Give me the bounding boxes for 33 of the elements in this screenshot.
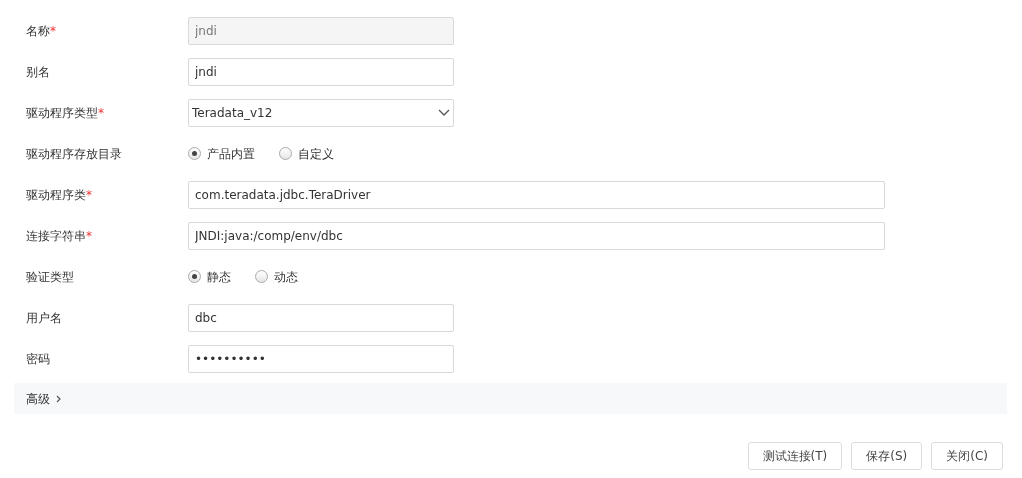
- required-mark: *: [86, 187, 92, 202]
- input-field[interactable]: ••••••••••: [188, 344, 454, 373]
- required-mark: *: [86, 228, 92, 243]
- field-label: 密码: [26, 351, 50, 366]
- required-mark: *: [98, 105, 104, 120]
- required-mark: *: [50, 23, 56, 38]
- input-field[interactable]: JNDI:java:/comp/env/dbc: [188, 221, 885, 250]
- field-label: 名称: [26, 23, 50, 38]
- field-label: 驱动程序类: [26, 187, 86, 202]
- dialog-button[interactable]: 测试连接(T): [747, 442, 843, 470]
- field-label: 验证类型: [26, 269, 74, 284]
- radio-button[interactable]: [255, 270, 268, 283]
- dialog-button[interactable]: 保存(S): [851, 442, 923, 470]
- radio-label[interactable]: 产品内置: [207, 144, 255, 163]
- radio-label[interactable]: 静态: [207, 267, 231, 286]
- field-label: 用户名: [26, 310, 62, 325]
- radio-button[interactable]: [188, 270, 201, 283]
- chevron-down-icon: [438, 108, 450, 117]
- field-label: 驱动程序类型: [26, 105, 98, 120]
- radio-label[interactable]: 自定义: [298, 144, 334, 163]
- field-label: 连接字符串: [26, 228, 86, 243]
- input-field[interactable]: dbc: [188, 303, 454, 332]
- dialog-button[interactable]: 关闭(C): [931, 442, 1003, 470]
- select-field[interactable]: Teradata_v12: [188, 98, 454, 127]
- field-label: 驱动程序存放目录: [26, 146, 122, 161]
- radio-label[interactable]: 动态: [274, 267, 298, 286]
- radio-button[interactable]: [279, 147, 292, 160]
- section-label[interactable]: 高级: [26, 389, 50, 408]
- input-field[interactable]: jndi: [188, 57, 454, 86]
- advanced-section-toggle[interactable]: 高级: [14, 383, 1007, 414]
- radio-button[interactable]: [188, 147, 201, 160]
- input-field[interactable]: com.teradata.jdbc.TeraDriver: [188, 180, 885, 209]
- field-label: 别名: [26, 64, 50, 79]
